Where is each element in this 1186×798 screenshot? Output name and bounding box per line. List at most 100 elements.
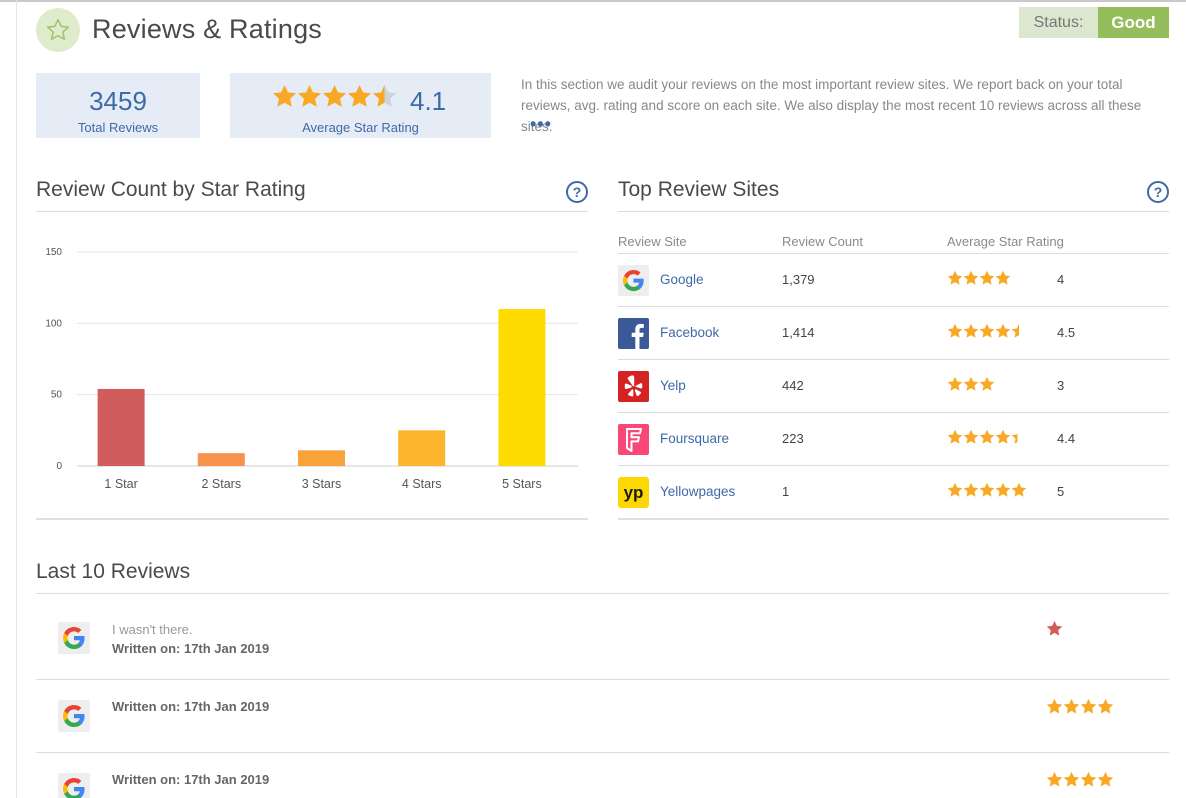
divider bbox=[618, 211, 1169, 212]
star-icon bbox=[947, 323, 963, 338]
bar bbox=[398, 430, 446, 466]
review-stars bbox=[1046, 771, 1114, 793]
star-icon bbox=[947, 429, 963, 444]
left-border bbox=[16, 0, 17, 798]
star-icon bbox=[1063, 771, 1080, 787]
site-link-facebook[interactable]: Facebook bbox=[660, 325, 719, 340]
yelp-logo-icon bbox=[618, 371, 649, 402]
svg-text:yp: yp bbox=[624, 483, 644, 502]
star-icon bbox=[995, 482, 1011, 497]
more-icon[interactable]: ••• bbox=[530, 114, 552, 135]
site-stars bbox=[947, 482, 1027, 503]
site-row-google: Google 1,379 4 bbox=[618, 253, 1169, 306]
y-tick-label: 0 bbox=[56, 461, 62, 472]
divider bbox=[36, 211, 588, 212]
site-average-rating: 5 bbox=[1057, 484, 1065, 499]
star-icon bbox=[1097, 698, 1114, 714]
facebook-logo-icon bbox=[618, 318, 649, 349]
star-icon bbox=[979, 482, 995, 497]
star-icon bbox=[995, 270, 1011, 285]
star-icon bbox=[1046, 620, 1063, 636]
star-icon bbox=[963, 482, 979, 497]
site-average-rating: 4 bbox=[1057, 272, 1065, 287]
star-icon bbox=[963, 270, 979, 285]
star-icon bbox=[1046, 698, 1063, 714]
reviews-section-title: Last 10 Reviews bbox=[36, 560, 191, 583]
review-date: Written on: 17th Jan 2019 bbox=[112, 699, 270, 714]
star-icon bbox=[963, 429, 979, 444]
site-stars bbox=[947, 376, 995, 397]
status-label: Status: bbox=[1019, 7, 1098, 38]
x-tick-label: 4 Stars bbox=[402, 477, 442, 491]
review-item: Written on: 17th Jan 2019 bbox=[36, 752, 1169, 798]
review-stars bbox=[1046, 620, 1063, 642]
partial-star-icon bbox=[1011, 323, 1027, 338]
review-count-bar-chart: 0 50 100 150 1 Star 2 Stars 3 Stars 4 Stars 5 St… bbox=[45, 247, 578, 491]
star-icon bbox=[979, 429, 995, 444]
average-stars bbox=[272, 84, 398, 115]
google-logo-icon bbox=[58, 773, 90, 798]
y-tick-label: 100 bbox=[45, 318, 62, 329]
site-link-yelp[interactable]: Yelp bbox=[660, 378, 686, 393]
top-border bbox=[0, 0, 1186, 2]
star-icon bbox=[995, 323, 1011, 338]
total-reviews-value: 3459 bbox=[89, 86, 147, 116]
star-icon bbox=[963, 323, 979, 338]
star-icon bbox=[1063, 698, 1080, 714]
star-icon bbox=[1011, 482, 1027, 497]
star-outline-icon bbox=[36, 8, 80, 52]
review-date: Written on: 17th Jan 2019 bbox=[112, 772, 270, 787]
star-icon bbox=[323, 85, 347, 107]
bar bbox=[298, 450, 345, 466]
star-icon bbox=[1046, 771, 1063, 787]
star-icon bbox=[947, 376, 963, 391]
sites-section-title: Top Review Sites bbox=[618, 178, 780, 201]
site-row-yellowpages: yp Yellowpages 1 5 bbox=[618, 465, 1169, 518]
site-stars bbox=[947, 270, 1011, 291]
average-rating-value: 4.1 bbox=[410, 86, 447, 116]
google-logo-icon bbox=[58, 700, 90, 732]
average-rating-card: 4.1 Average Star Rating bbox=[230, 73, 491, 138]
page-title: Reviews & Ratings bbox=[92, 14, 322, 44]
star-icon bbox=[1080, 771, 1097, 787]
column-header-rating: Average Star Rating bbox=[947, 234, 1064, 249]
y-tick-label: 150 bbox=[45, 247, 62, 258]
x-tick-label: 3 Stars bbox=[302, 477, 342, 491]
foursquare-logo-icon bbox=[618, 424, 649, 455]
help-icon[interactable]: ? bbox=[1147, 181, 1169, 203]
status-badge: Status: Good bbox=[1019, 7, 1169, 38]
status-value: Good bbox=[1098, 7, 1169, 38]
star-icon bbox=[947, 270, 963, 285]
google-logo-icon bbox=[618, 265, 649, 296]
site-row-yelp: Yelp 442 3 bbox=[618, 359, 1169, 412]
star-icon bbox=[947, 482, 963, 497]
site-row-foursquare: Foursquare 223 4.4 bbox=[618, 412, 1169, 465]
star-icon bbox=[1097, 771, 1114, 787]
site-average-rating: 4.5 bbox=[1057, 325, 1076, 340]
review-text: I wasn't there. bbox=[112, 622, 193, 637]
site-review-count: 442 bbox=[782, 378, 804, 393]
site-average-rating: 3 bbox=[1057, 378, 1065, 393]
divider bbox=[36, 518, 588, 520]
site-row-facebook: Facebook 1,414 4.5 bbox=[618, 306, 1169, 359]
bar bbox=[197, 453, 245, 466]
y-tick-label: 50 bbox=[51, 390, 63, 401]
x-tick-label: 2 Stars bbox=[201, 477, 241, 491]
star-icon bbox=[979, 323, 995, 338]
column-header-site: Review Site bbox=[618, 234, 687, 249]
divider bbox=[618, 518, 1169, 520]
site-review-count: 1 bbox=[782, 484, 790, 499]
yellowpages-logo-icon: yp bbox=[618, 477, 649, 508]
site-link-foursquare[interactable]: Foursquare bbox=[660, 431, 729, 446]
site-link-google[interactable]: Google bbox=[660, 272, 704, 287]
site-average-rating: 4.4 bbox=[1057, 431, 1076, 446]
bar bbox=[97, 388, 145, 466]
site-link-yellowpages[interactable]: Yellowpages bbox=[660, 484, 735, 499]
site-review-count: 1,414 bbox=[782, 325, 815, 340]
google-logo-icon bbox=[58, 622, 90, 654]
review-date: Written on: 17th Jan 2019 bbox=[112, 641, 270, 656]
chart-section-title: Review Count by Star Rating bbox=[36, 178, 306, 201]
help-icon[interactable]: ? bbox=[566, 181, 588, 203]
average-rating-label: Average Star Rating bbox=[302, 120, 419, 135]
total-reviews-card: 3459 Total Reviews bbox=[36, 73, 200, 138]
